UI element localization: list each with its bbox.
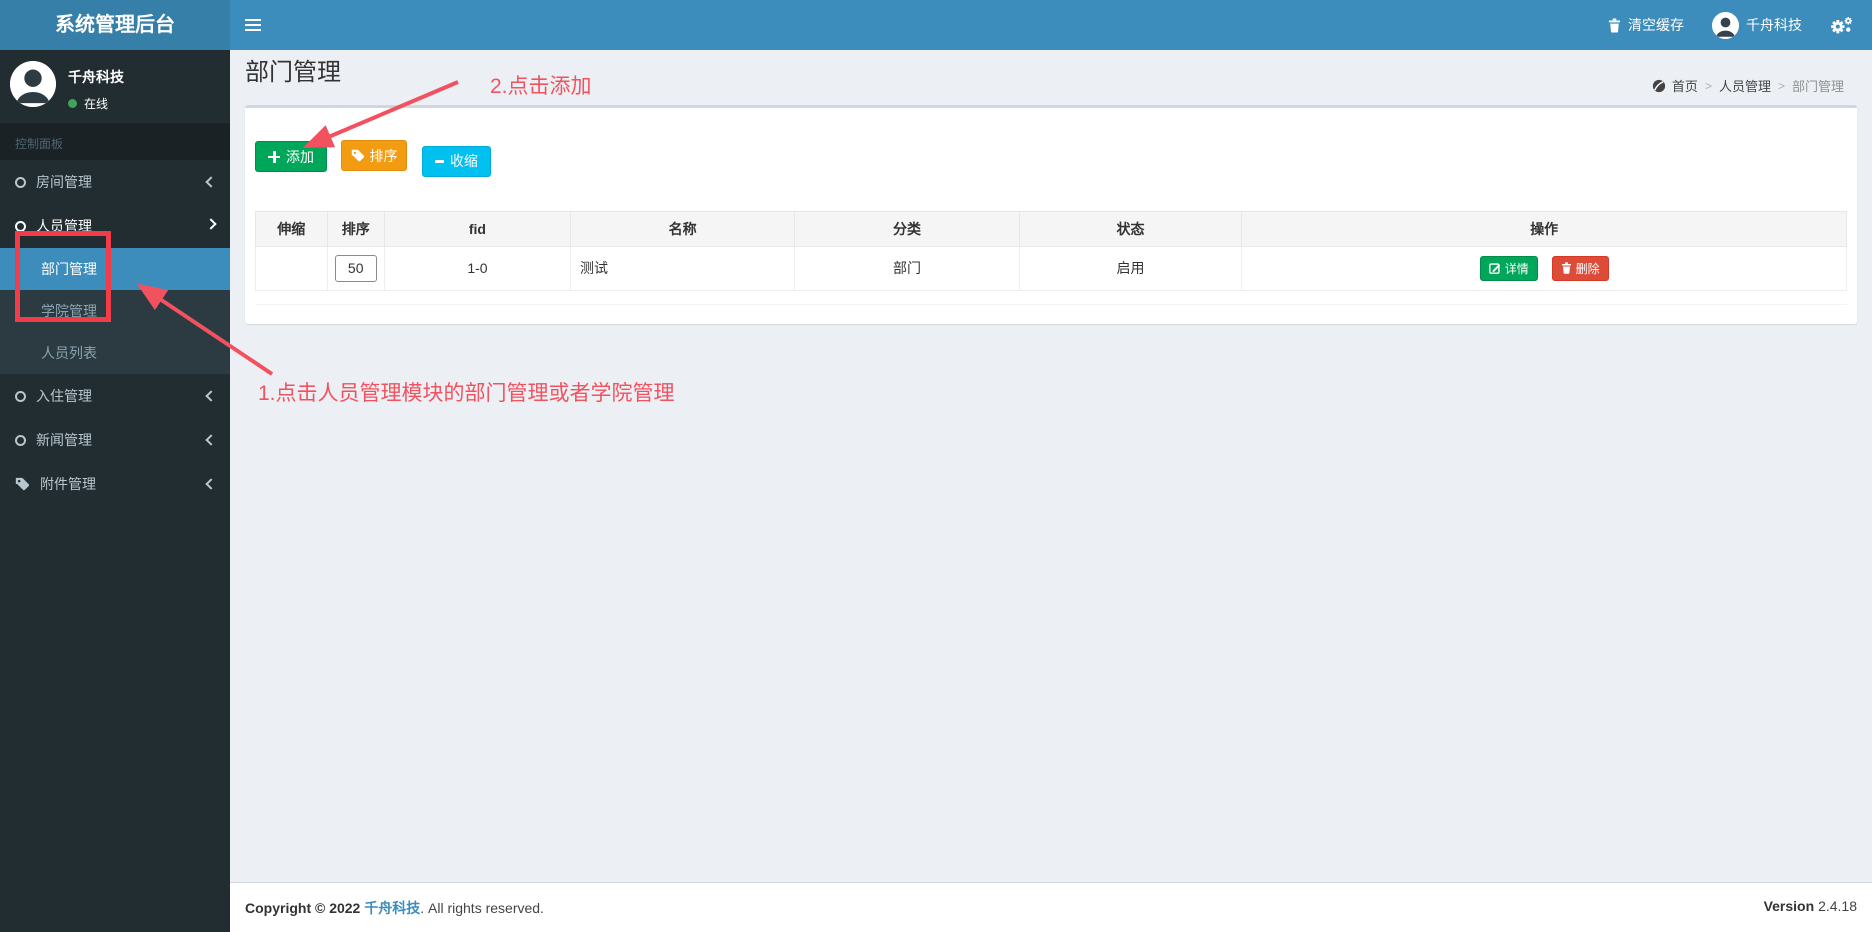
content-area: 部门管理 首页 > 人员管理 > 部门管理 添加 排序 收缩 伸缩 排序 fid… — [230, 50, 1872, 882]
tag-icon — [351, 149, 365, 163]
department-table: 伸缩 排序 fid 名称 分类 状态 操作 50 1-0 测试 部门 启用 详情… — [255, 210, 1847, 291]
cell-actions: 详情 删除 — [1241, 245, 1847, 291]
plus-icon — [268, 150, 280, 163]
cell-expand — [255, 245, 328, 291]
dashboard-icon — [1652, 79, 1666, 93]
col-category: 分类 — [794, 210, 1020, 247]
cell-category: 部门 — [794, 245, 1020, 291]
sidebar-user-panel: 千舟科技 在线 — [0, 50, 230, 123]
sidebar-item-label: 入住管理 — [36, 388, 92, 404]
circle-o-icon — [15, 434, 26, 446]
breadcrumb-separator: > — [1777, 78, 1785, 93]
collapse-button[interactable]: 收缩 — [421, 145, 491, 177]
table-row: 1-0 测试 部门 启用 详情 — [255, 245, 1847, 291]
collapse-button-label: 收缩 — [449, 153, 478, 170]
breadcrumb: 首页 > 人员管理 > 部门管理 — [1652, 76, 1844, 95]
page-title: 部门管理 — [245, 59, 341, 86]
col-fid: fid — [383, 210, 572, 247]
minus-icon — [434, 160, 444, 163]
chevron-left-icon — [205, 478, 217, 490]
circle-o-icon — [15, 390, 26, 402]
col-status: 状态 — [1018, 210, 1243, 247]
cell-status: 启用 — [1018, 245, 1243, 291]
col-expand: 伸缩 — [255, 210, 328, 247]
sidebar-subitem-label: 部门管理 — [41, 261, 97, 277]
sidebar-avatar-icon — [10, 61, 56, 107]
breadcrumb-current: 部门管理 — [1791, 79, 1844, 94]
user-avatar-icon — [1712, 11, 1739, 39]
sort-value-input[interactable] — [334, 254, 377, 282]
breadcrumb-separator: > — [1704, 78, 1712, 93]
rights-text: . All rights reserved. — [420, 900, 544, 916]
breadcrumb-home[interactable]: 首页 — [1672, 76, 1698, 95]
cell-name: 测试 — [569, 245, 796, 291]
app-logo[interactable]: 系统管理后台 — [0, 0, 230, 50]
col-actions: 操作 — [1241, 210, 1847, 247]
page-footer: Version 2.4.18 Copyright © 2022 千舟科技. Al… — [230, 882, 1872, 932]
sidebar-subitem-personnel-list[interactable]: 人员列表 — [0, 332, 230, 374]
version-value: 2.4.18 — [1818, 898, 1857, 914]
detail-button-label: 详情 — [1504, 261, 1529, 276]
breadcrumb-personnel[interactable]: 人员管理 — [1719, 76, 1771, 95]
online-status-icon — [68, 99, 77, 108]
sidebar-section-label: 控制面板 — [0, 123, 230, 160]
trash-icon — [1608, 18, 1621, 33]
navbar-user-menu[interactable]: 千舟科技 — [1698, 0, 1816, 50]
top-navbar: 系统管理后台 清空缓存 千舟科技 — [0, 0, 1872, 50]
chevron-left-icon — [205, 176, 217, 188]
panel-footer-divider — [255, 303, 1847, 314]
sort-button[interactable]: 排序 — [341, 140, 408, 171]
sidebar-item-room-mgmt[interactable]: 房间管理 — [0, 160, 230, 204]
hamburger-icon — [245, 16, 261, 34]
toolbar: 添加 排序 收缩 — [255, 140, 1847, 177]
personnel-submenu: 部门管理 学院管理 人员列表 — [0, 248, 230, 374]
sidebar-item-personnel-mgmt[interactable]: 人员管理 — [0, 204, 230, 248]
version-label: Version — [1763, 898, 1815, 914]
sidebar-subitem-department-mgmt[interactable]: 部门管理 — [0, 248, 230, 290]
delete-button[interactable]: 删除 — [1551, 255, 1609, 281]
circle-o-icon — [15, 176, 26, 188]
clear-cache-button[interactable]: 清空缓存 — [1594, 0, 1698, 50]
tags-icon — [15, 477, 30, 492]
col-name: 名称 — [569, 210, 796, 247]
sidebar-item-news-mgmt[interactable]: 新闻管理 — [0, 418, 230, 462]
chevron-left-icon — [205, 390, 217, 402]
cell-sort — [326, 245, 385, 291]
copyright-text: Copyright © 2022 — [245, 900, 361, 916]
sidebar-subitem-college-mgmt[interactable]: 学院管理 — [0, 290, 230, 332]
sidebar-item-attachment-mgmt[interactable]: 附件管理 — [0, 462, 230, 506]
navbar-user-name: 千舟科技 — [1746, 17, 1802, 33]
sidebar-subitem-label: 人员列表 — [41, 345, 97, 361]
chevron-down-icon — [205, 218, 217, 230]
col-sort: 排序 — [326, 210, 385, 247]
circle-o-icon — [15, 220, 26, 232]
sidebar-menu: 房间管理 人员管理 部门管理 学院管理 人员列表 入住管理 新闻管理 附件管理 — [0, 160, 230, 506]
sidebar: 千舟科技 在线 控制面板 房间管理 人员管理 部门管理 学院管理 人员列表 入住… — [0, 50, 230, 932]
delete-button-label: 删除 — [1575, 261, 1600, 276]
settings-button[interactable] — [1816, 0, 1872, 50]
trash-icon — [1561, 262, 1572, 274]
clear-cache-label: 清空缓存 — [1628, 17, 1684, 33]
department-panel: 添加 排序 收缩 伸缩 排序 fid 名称 分类 状态 操作 50 1-0 测试… — [245, 105, 1857, 324]
add-button[interactable]: 添加 — [255, 141, 327, 172]
sidebar-toggle-button[interactable] — [230, 0, 276, 50]
sidebar-item-label: 房间管理 — [36, 174, 92, 190]
sidebar-item-label: 新闻管理 — [36, 432, 92, 448]
online-status-label: 在线 — [84, 97, 109, 111]
sidebar-item-label: 人员管理 — [36, 218, 92, 234]
sidebar-item-label: 附件管理 — [40, 476, 96, 492]
sidebar-item-checkin-mgmt[interactable]: 入住管理 — [0, 374, 230, 418]
chevron-left-icon — [205, 434, 217, 446]
sort-button-label: 排序 — [369, 147, 398, 164]
sidebar-subitem-label: 学院管理 — [41, 303, 97, 319]
edit-icon — [1488, 262, 1501, 275]
cell-fid: 1-0 — [383, 245, 572, 291]
add-button-label: 添加 — [286, 148, 314, 165]
table-header-row: 伸缩 排序 fid 名称 分类 状态 操作 — [255, 210, 1847, 247]
cogs-icon — [1830, 15, 1854, 35]
detail-button[interactable]: 详情 — [1479, 255, 1538, 281]
sidebar-user-name: 千舟科技 — [68, 69, 124, 85]
company-link[interactable]: 千舟科技 — [364, 900, 420, 916]
